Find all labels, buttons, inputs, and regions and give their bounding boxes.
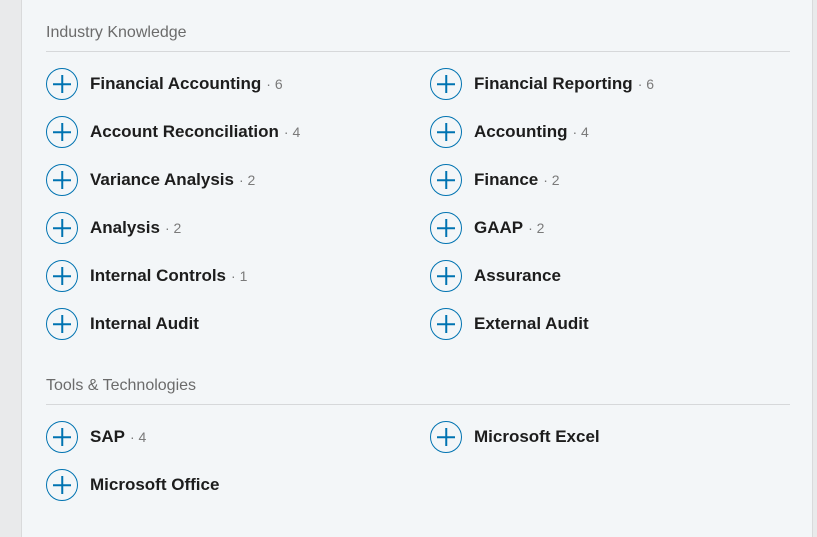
skill-item: Microsoft Excel xyxy=(430,421,600,453)
skill-name: Analysis xyxy=(90,218,160,237)
plus-circle-icon[interactable] xyxy=(46,212,78,244)
skill-name: Finance xyxy=(474,170,539,189)
endorsement-count: · 2 xyxy=(543,172,560,188)
plus-circle-icon[interactable] xyxy=(46,116,78,148)
endorsement-count: · 2 xyxy=(238,172,256,188)
endorsement-count: · 2 xyxy=(528,220,545,236)
skill-item: Account Reconciliation · 4 xyxy=(46,116,300,148)
skill-item: Internal Audit xyxy=(46,308,199,340)
plus-circle-icon[interactable] xyxy=(430,260,462,292)
skill-item: Assurance xyxy=(430,260,561,292)
skill-name: Financial Accounting xyxy=(90,74,262,93)
plus-circle-icon[interactable] xyxy=(46,260,78,292)
plus-circle-icon[interactable] xyxy=(430,164,462,196)
skill-item: Variance Analysis · 2 xyxy=(46,164,255,196)
skill-item: Accounting · 4 xyxy=(430,116,589,148)
skill-name: External Audit xyxy=(474,314,589,333)
section-divider xyxy=(46,404,790,405)
plus-circle-icon[interactable] xyxy=(46,469,78,501)
skill-name: Assurance xyxy=(474,266,561,285)
endorsement-count: · 6 xyxy=(637,76,655,92)
skill-item: SAP · 4 xyxy=(46,421,146,453)
skill-name: Account Reconciliation xyxy=(90,122,279,141)
skill-item: Analysis · 2 xyxy=(46,212,181,244)
skills-panel: Industry Knowledge Financial Accounting … xyxy=(21,0,813,537)
skill-name: Internal Audit xyxy=(90,314,199,333)
skill-name: SAP xyxy=(90,427,125,446)
plus-circle-icon[interactable] xyxy=(430,68,462,100)
skill-item: Finance · 2 xyxy=(430,164,560,196)
section-heading: Tools & Technologies xyxy=(46,377,197,394)
endorsement-count: · 4 xyxy=(572,124,589,140)
tools-technologies-section: Tools & Technologies SAP · 4 Microsoft E… xyxy=(46,376,790,501)
skill-item: Financial Accounting · 6 xyxy=(46,68,283,100)
skill-name: Variance Analysis xyxy=(90,170,234,189)
industry-knowledge-section: Industry Knowledge Financial Accounting … xyxy=(46,23,790,340)
skill-item: External Audit xyxy=(430,308,589,340)
skill-item: GAAP · 2 xyxy=(430,212,544,244)
endorsement-count: · 6 xyxy=(266,76,283,92)
plus-circle-icon[interactable] xyxy=(430,421,462,453)
plus-circle-icon[interactable] xyxy=(430,308,462,340)
skill-name: Microsoft Excel xyxy=(474,427,600,446)
plus-circle-icon[interactable] xyxy=(430,212,462,244)
endorsement-count: · 1 xyxy=(231,268,248,284)
plus-circle-icon[interactable] xyxy=(46,421,78,453)
endorsement-count: · 2 xyxy=(164,220,182,236)
plus-circle-icon[interactable] xyxy=(46,164,78,196)
plus-circle-icon[interactable] xyxy=(46,308,78,340)
skill-name: Microsoft Office xyxy=(90,475,220,494)
skill-item: Financial Reporting · 6 xyxy=(430,68,654,100)
plus-circle-icon[interactable] xyxy=(46,68,78,100)
skill-item: Microsoft Office xyxy=(46,469,219,501)
skill-name: GAAP xyxy=(474,218,524,237)
skill-name: Financial Reporting xyxy=(474,74,633,93)
endorsement-count: · 4 xyxy=(283,124,301,140)
skill-item: Internal Controls · 1 xyxy=(46,260,247,292)
endorsement-count: · 4 xyxy=(129,429,147,445)
skill-name: Internal Controls xyxy=(90,266,227,285)
skill-name: Accounting xyxy=(474,122,568,141)
section-divider xyxy=(46,51,790,52)
section-heading: Industry Knowledge xyxy=(46,24,187,41)
plus-circle-icon[interactable] xyxy=(430,116,462,148)
